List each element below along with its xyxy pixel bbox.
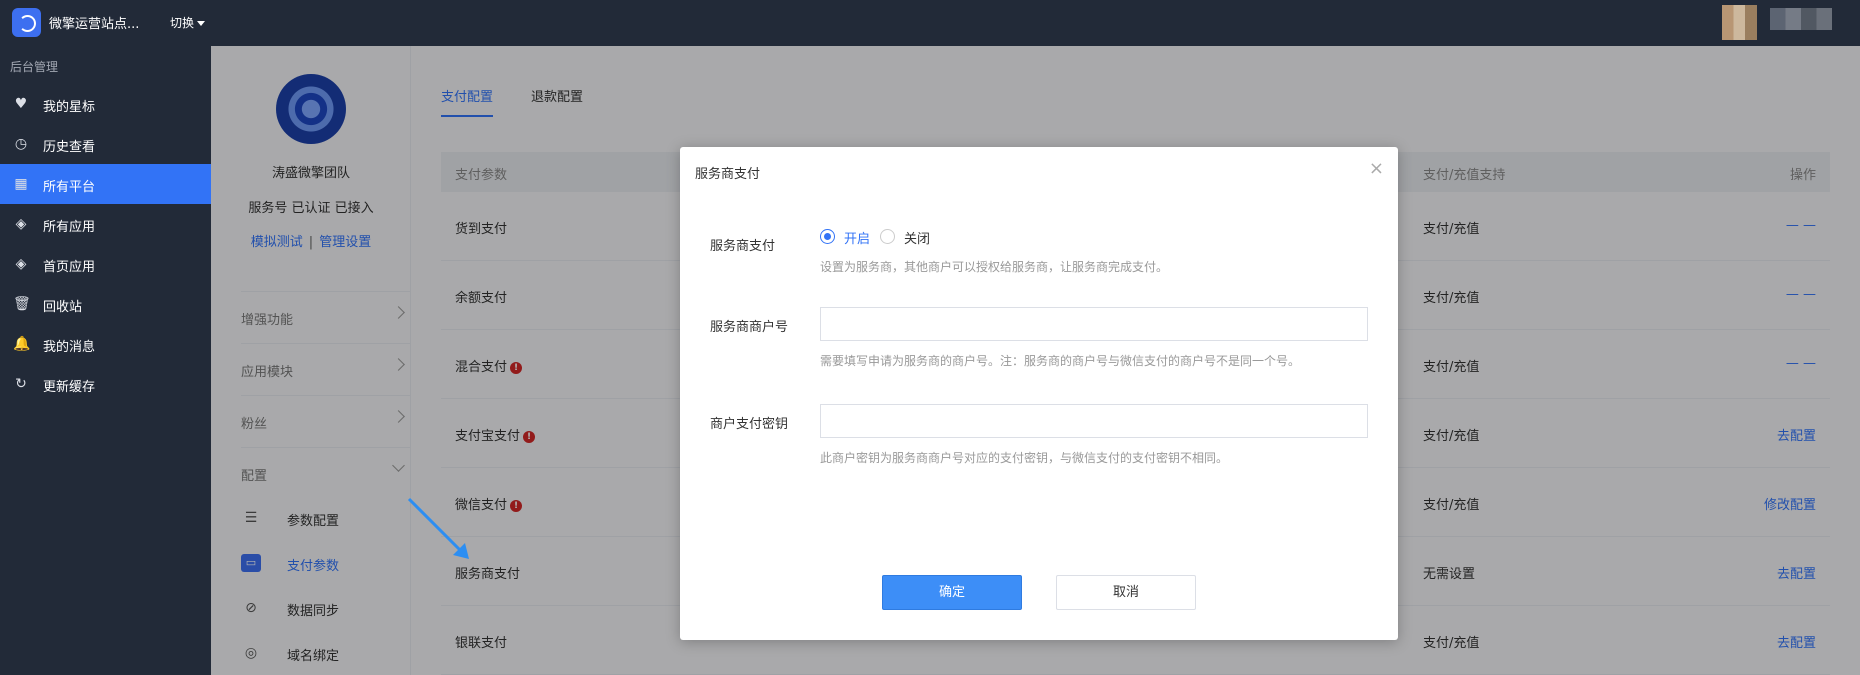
merchant-no-label: 服务商商户号 [710,320,789,335]
grid-icon: ▦ [14,176,28,192]
annotation-arrow-icon [407,497,469,559]
sidebar-item-messages[interactable]: 🔔 我的消息 [0,324,211,364]
top-bar: 微擎运营站点... 切换 [0,0,1860,46]
confirm-button[interactable]: 确定 [882,575,1022,610]
radio-disable[interactable] [880,229,895,244]
sidebar-item-all-platforms[interactable]: ▦ 所有平台 [0,164,211,204]
sidebar-item-label: 我的消息 [43,340,96,355]
sidebar-item-home-apps[interactable]: ◈ 首页应用 [0,244,211,284]
sidebar-item-refresh-cache[interactable]: ↻ 更新缓存 [0,364,211,404]
service-pay-label: 服务商支付 [710,239,776,254]
heart-icon: ♥ [14,96,28,112]
refresh-icon: ↻ [15,376,27,392]
service-provider-pay-dialog: 服务商支付 × 服务商支付 开启 关闭 设置为服务商，其他商户可以授权给服务商，… [680,147,1398,640]
cancel-button[interactable]: 取消 [1056,575,1196,610]
secret-label: 商户支付密钥 [710,417,789,432]
avatar[interactable] [1722,5,1757,40]
bell-icon: 🔔 [13,336,31,352]
sidebar-item-label: 历史查看 [43,140,96,155]
cube-icon: ◈ [15,256,27,272]
sidebar-item-label: 更新缓存 [43,380,96,395]
site-name[interactable]: 微擎运营站点... [49,13,139,32]
sidebar-item-starred[interactable]: ♥ 我的星标 [0,84,211,124]
dialog-title: 服务商支付 [695,167,761,182]
close-icon[interactable]: × [1369,158,1384,179]
sidebar-section-label: 后台管理 [10,60,59,74]
username-blurred[interactable] [1770,8,1832,30]
sidebar-item-label: 所有平台 [43,180,96,195]
cube-icon: ◈ [15,216,27,232]
brand-logo-icon[interactable] [12,8,41,37]
switch-label: 切换 [170,16,195,30]
merchant-no-hint: 需要填写申请为服务商的商户号。注：服务商的商户号与微信支付的商户号不是同一个号。 [820,354,1301,368]
secret-hint: 此商户密钥为服务商商户号对应的支付密钥，与微信支付的支付密钥不相同。 [820,451,1229,465]
radio-disable-label[interactable]: 关闭 [904,228,930,247]
sidebar-item-label: 所有应用 [43,220,96,235]
caret-down-icon [197,21,206,26]
trash-icon: 🗑 [13,296,31,312]
sidebar-item-recycle-bin[interactable]: 🗑 回收站 [0,284,211,324]
sidebar-item-all-apps[interactable]: ◈ 所有应用 [0,204,211,244]
secret-input[interactable] [820,404,1368,438]
switch-dropdown[interactable]: 切换 [170,14,206,31]
sidebar-item-label: 首页应用 [43,260,96,275]
clock-icon: ◷ [14,136,28,152]
merchant-no-input[interactable] [820,307,1368,341]
sidebar-item-label: 我的星标 [43,100,96,115]
sidebar-item-label: 回收站 [43,300,83,315]
radio-enable-label[interactable]: 开启 [844,228,870,247]
sidebar: 后台管理 ♥ 我的星标 ◷ 历史查看 ▦ 所有平台 ◈ 所有应用 ◈ 首页应用 … [0,46,211,675]
service-pay-hint: 设置为服务商，其他商户可以授权给服务商，让服务商完成支付。 [820,260,1169,274]
sidebar-item-history[interactable]: ◷ 历史查看 [0,124,211,164]
radio-enable[interactable] [820,229,835,244]
